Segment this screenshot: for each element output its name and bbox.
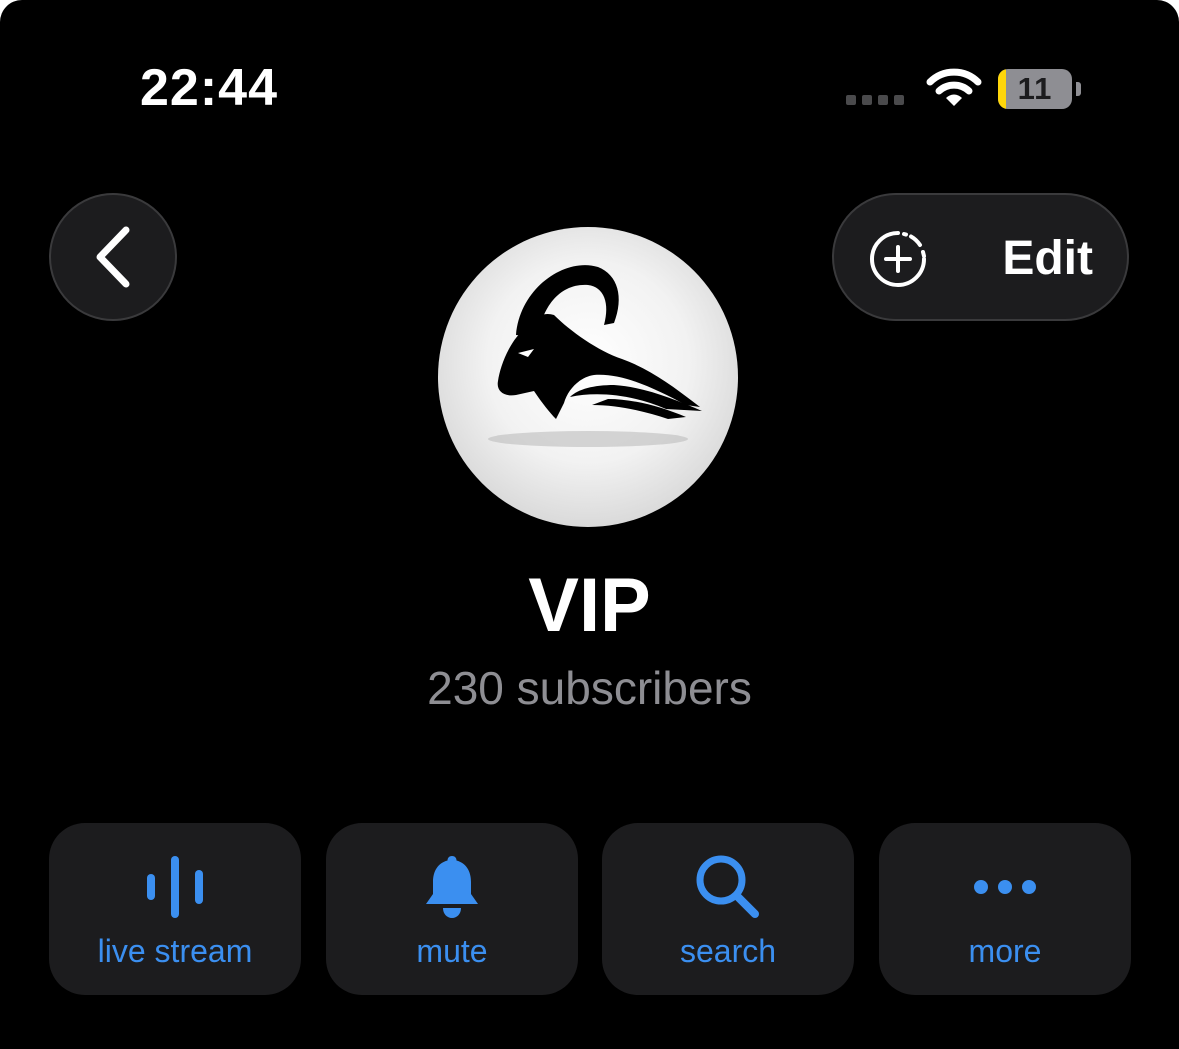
channel-name: VIP	[528, 563, 651, 648]
battery-level: 11	[1017, 71, 1053, 106]
search-button[interactable]: search	[602, 823, 854, 995]
more-label: more	[968, 933, 1042, 969]
edit-pill: Edit	[832, 193, 1129, 321]
more-dots-icon	[974, 880, 1036, 894]
cellular-signal-icon	[846, 95, 904, 105]
mute-button[interactable]: mute	[326, 823, 578, 995]
ibex-logo-image	[488, 265, 702, 447]
bell-icon	[426, 856, 478, 918]
status-time: 22:44	[140, 59, 278, 117]
live-stream-icon	[147, 856, 203, 918]
edit-button[interactable]: Edit	[1002, 229, 1093, 289]
wifi-icon	[926, 68, 982, 106]
add-story-icon[interactable]	[868, 229, 928, 289]
search-icon	[696, 855, 759, 918]
back-button[interactable]	[49, 193, 177, 321]
channel-avatar[interactable]	[438, 227, 738, 527]
mute-label: mute	[416, 933, 488, 969]
search-label: search	[679, 933, 777, 969]
battery-icon: 11	[998, 69, 1084, 109]
subscriber-count: 230 subscribers	[427, 662, 752, 714]
live-stream-label: live stream	[97, 933, 253, 969]
chevron-left-icon	[96, 226, 130, 288]
more-button[interactable]: more	[879, 823, 1131, 995]
live-stream-button[interactable]: live stream	[49, 823, 301, 995]
channel-info-screen: 22:44 11 Edit VIP 230 subscribers live s…	[0, 0, 1179, 1049]
